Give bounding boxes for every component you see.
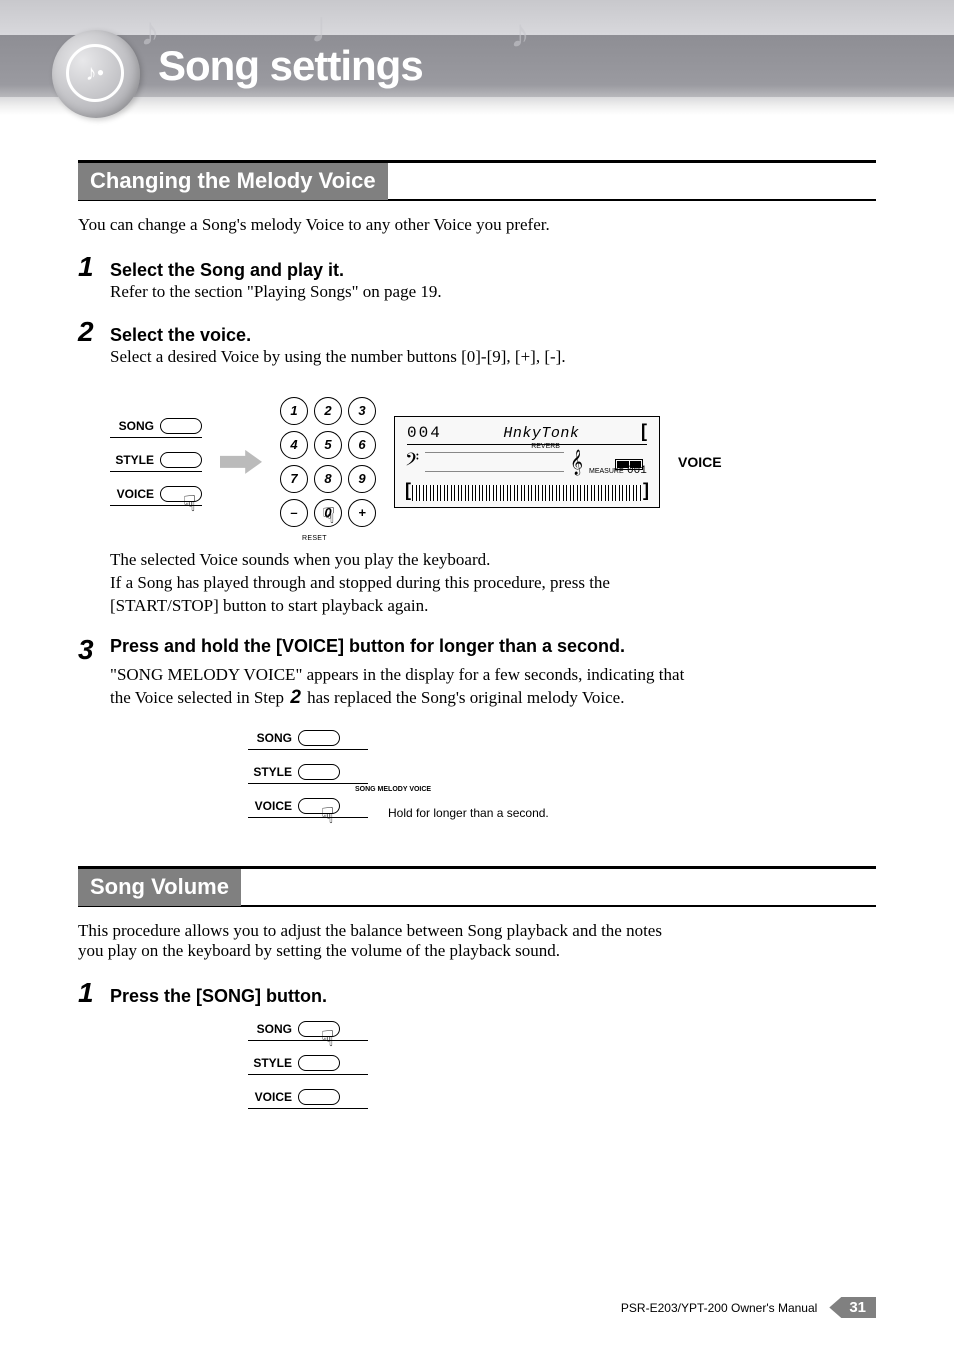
music-note-decoration-3: ♪	[510, 10, 530, 57]
hold-caption: Hold for longer than a second.	[388, 806, 549, 820]
lcd-staff-lines: REVERB	[425, 452, 564, 472]
lcd-bracket-icon: [	[641, 421, 647, 442]
keypad-minus: –	[280, 499, 308, 527]
pointing-hand-icon: ☟	[321, 1026, 334, 1052]
step2-after-text-2: If a Song has played through and stopped…	[110, 572, 700, 618]
battery-icon	[615, 459, 643, 470]
lcd-display: 004 HnkyTonk [ 𝄢 REVERB 𝄞 MEASURE 001 [	[394, 416, 660, 508]
keyboard-icon	[412, 485, 642, 501]
voice-button-label: VOICE	[248, 1090, 292, 1104]
header-fade-band	[0, 97, 954, 115]
keypad-plus: +	[348, 499, 376, 527]
keypad-1: 1	[280, 397, 308, 425]
keypad-4: 4	[280, 431, 308, 459]
voice-button-label: VOICE	[248, 799, 292, 813]
song-button-row: SONG ☟	[248, 1021, 368, 1041]
lcd-voice-name: HnkyTonk	[442, 425, 641, 442]
keyboard-right-bracket-icon: ]	[643, 480, 649, 501]
style-button-row: STYLE	[110, 452, 202, 472]
voice-button	[298, 1089, 340, 1105]
lcd-voice-number: 004	[407, 424, 442, 442]
pointing-hand-icon: ☟	[322, 503, 335, 529]
keypad-9: 9	[348, 465, 376, 493]
song-button-row: SONG	[110, 418, 202, 438]
keypad-6: 6	[348, 431, 376, 459]
keypad-7: 7	[280, 465, 308, 493]
mode-button-stack: SONG STYLE VOICE ☟	[110, 418, 202, 506]
voice-button-row: VOICE ☟	[110, 486, 202, 506]
song-button	[298, 730, 340, 746]
section-intro: You can change a Song's melody Voice to …	[78, 215, 876, 235]
step-title: Select the voice.	[110, 325, 251, 346]
pointing-hand-icon: ☟	[183, 491, 196, 517]
voice-button-label: VOICE	[110, 487, 154, 501]
keypad-reset-label: RESET	[302, 535, 327, 542]
section-heading-melody: Changing the Melody Voice	[78, 163, 388, 200]
step-title: Select the Song and play it.	[110, 260, 344, 281]
step3-inline-step-number: 2	[288, 687, 303, 708]
step-number: 3	[78, 636, 102, 664]
style-button	[160, 452, 202, 468]
step-3: 3 Press and hold the [VOICE] button for …	[78, 636, 876, 710]
style-button-label: STYLE	[248, 1056, 292, 1070]
voice-indicator-label: VOICE	[678, 454, 722, 470]
section-intro: This procedure allows you to adjust the …	[78, 921, 688, 961]
keypad-5: 5	[314, 431, 342, 459]
lcd-reverb-label: REVERB	[531, 443, 560, 450]
step-body: Select a desired Voice by using the numb…	[110, 346, 700, 369]
figure-song-button: SONG ☟ STYLE VOICE	[248, 1021, 876, 1109]
song-button: ☟	[298, 1021, 340, 1037]
keypad-3: 3	[348, 397, 376, 425]
step-number: 2	[78, 318, 102, 346]
keypad-2: 2	[314, 397, 342, 425]
step-1-vol: 1 Press the [SONG] button.	[78, 979, 876, 1007]
style-button-row: STYLE	[248, 1055, 368, 1075]
step-1: 1 Select the Song and play it. Refer to …	[78, 253, 876, 304]
style-button-label: STYLE	[110, 453, 154, 467]
step-title: Press the [SONG] button.	[110, 986, 327, 1007]
pointing-hand-icon: ☟	[321, 803, 334, 829]
song-melody-voice-label: SONG MELODY VOICE	[355, 786, 431, 793]
step-2: 2 Select the voice. Select a desired Voi…	[78, 318, 876, 369]
voice-button-row: VOICE	[248, 1089, 368, 1109]
step-title: Press and hold the [VOICE] button for lo…	[110, 636, 625, 657]
step-body: Refer to the section "Playing Songs" on …	[110, 281, 700, 304]
voice-button: ☟	[298, 798, 340, 814]
page-content: Changing the Melody Voice You can change…	[78, 160, 876, 1109]
song-button	[160, 418, 202, 434]
arrow-right-icon	[220, 450, 262, 474]
voice-button-row: VOICE ☟	[248, 798, 368, 818]
chapter-logo-inner: ♪•	[66, 44, 124, 102]
song-button-row: SONG	[248, 730, 368, 750]
section-heading-volume: Song Volume	[78, 869, 241, 906]
page-title: Song settings	[158, 42, 423, 90]
numeric-keypad: 1 2 3 4 5 6 7 8 9 – 0 + ☟ RESET	[280, 397, 376, 527]
style-button-row: STYLE	[248, 764, 368, 784]
step-body: "SONG MELODY VOICE" appears in the displ…	[110, 664, 700, 710]
voice-button: ☟	[160, 486, 202, 502]
music-note-decoration-1: ♪	[140, 8, 160, 55]
manual-title: PSR-E203/YPT-200 Owner's Manual	[621, 1301, 817, 1315]
style-button	[298, 764, 340, 780]
song-button-label: SONG	[248, 731, 292, 745]
style-button	[298, 1055, 340, 1071]
step3-body-post: has replaced the Song's original melody …	[303, 688, 625, 707]
page-number-badge: 31	[829, 1297, 876, 1318]
song-button-label: SONG	[248, 1022, 292, 1036]
keypad-8: 8	[314, 465, 342, 493]
figure-voice-select: SONG STYLE VOICE ☟ 1 2 3 4 5 6	[110, 397, 876, 527]
step2-after-text-1: The selected Voice sounds when you play …	[110, 549, 700, 572]
bass-clef-icon: 𝄢	[405, 449, 419, 475]
figure-voice-hold: SONG STYLE VOICE ☟ SONG MELODY VOICE Hol…	[248, 730, 876, 818]
section-song-volume: Song Volume This procedure allows you to…	[78, 866, 876, 1109]
treble-clef-icon: 𝄞	[570, 449, 583, 475]
page-footer: PSR-E203/YPT-200 Owner's Manual 31	[621, 1297, 876, 1318]
step-number: 1	[78, 979, 102, 1007]
chapter-logo-circle: ♪•	[52, 30, 140, 118]
step-number: 1	[78, 253, 102, 281]
song-button-label: SONG	[110, 419, 154, 433]
style-button-label: STYLE	[248, 765, 292, 779]
keyboard-left-bracket-icon: [	[405, 480, 411, 501]
